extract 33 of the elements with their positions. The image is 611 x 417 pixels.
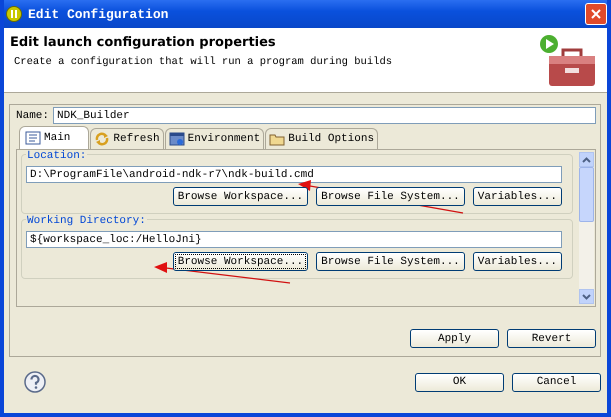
group-label: Working Directory:	[26, 215, 147, 227]
close-icon	[591, 9, 601, 19]
window-icon	[168, 132, 185, 146]
app-icon	[6, 6, 22, 22]
name-field[interactable]: NDK_Builder	[53, 107, 596, 124]
browse-button[interactable]: Browse File System...	[316, 252, 465, 271]
dialog-button[interactable]: Cancel	[512, 372, 601, 392]
folder-icon	[269, 132, 286, 146]
name-label: Name:	[16, 110, 50, 122]
window-title: Edit Configuration	[28, 6, 170, 22]
refresh-icon	[94, 131, 110, 147]
browse-button[interactable]: Browse Workspace...	[172, 187, 308, 206]
path-field[interactable]: D:\ProgramFile\android-ndk-r7\ndk-build.cmd	[26, 166, 562, 183]
help-icon[interactable]	[24, 371, 46, 393]
browse-button[interactable]: Browse Workspace...	[172, 252, 308, 271]
close-button[interactable]	[585, 3, 607, 25]
browse-button[interactable]: Variables...	[472, 252, 562, 271]
tab[interactable]: Build Options	[265, 128, 378, 149]
document-icon	[25, 131, 41, 145]
dialog-button[interactable]: OK	[415, 372, 504, 392]
browse-button[interactable]: Browse File System...	[316, 187, 465, 206]
path-field[interactable]: ${workspace_loc:/HelloJni}	[26, 231, 562, 248]
scrollbar[interactable]	[579, 152, 594, 304]
scroll-down-icon[interactable]	[582, 294, 591, 300]
scroll-up-icon[interactable]	[582, 156, 591, 162]
header-description: Create a configuration that will run a program during builds	[14, 56, 392, 68]
tab[interactable]: Main	[19, 126, 90, 149]
header-title: Edit launch configuration properties	[10, 35, 277, 50]
browse-button[interactable]: Variables...	[472, 187, 562, 206]
tab[interactable]: Environment	[164, 128, 264, 149]
action-button[interactable]: Apply	[410, 329, 499, 348]
tab[interactable]: Refresh	[90, 128, 164, 149]
action-button[interactable]: Revert	[507, 329, 596, 348]
